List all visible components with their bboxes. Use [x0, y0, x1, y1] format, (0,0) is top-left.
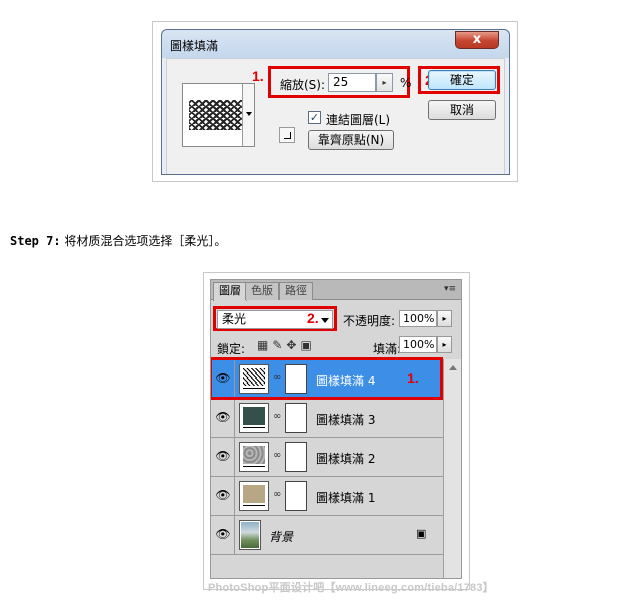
- link-icon: ∞: [273, 411, 282, 422]
- snap-origin-button[interactable]: 靠齊原點(N): [308, 130, 394, 150]
- link-layer-label: 連結圖層(L): [326, 113, 391, 127]
- dialog-screenshot: 圖樣填滿 x 1. 縮放(S): 25 ▸ % 2. 確定 取消 ✓ 連結圖層(…: [152, 21, 518, 182]
- new-preset-icon[interactable]: [279, 127, 295, 143]
- link-layer-checkbox[interactable]: ✓: [308, 111, 321, 124]
- link-icon: ∞: [273, 450, 282, 461]
- fill-label: 填滿:: [373, 342, 402, 356]
- eye-icon[interactable]: 👁: [214, 525, 232, 543]
- layer-row[interactable]: 👁 背景 ▣: [211, 516, 443, 555]
- fill-input[interactable]: 100%: [399, 336, 437, 353]
- marker-2: 2.: [307, 310, 319, 326]
- layer-mask: [285, 481, 307, 511]
- tab-layers[interactable]: 圖層: [213, 282, 247, 301]
- ok-button[interactable]: 確定: [428, 70, 496, 90]
- scale-unit: %: [400, 76, 412, 90]
- step-text: 将材质混合选项选择［柔光］。: [60, 234, 227, 248]
- opacity-stepper-icon[interactable]: ▸: [437, 310, 452, 327]
- lock-icons[interactable]: ▦✎✥▣: [257, 338, 316, 352]
- panel-tabs: 圖層 色版 路徑 ▾≡: [211, 280, 461, 301]
- chevron-down-icon: [321, 318, 329, 323]
- step-caption: Step 7: 将材质混合选项选择［柔光］。: [10, 232, 226, 249]
- eye-icon[interactable]: 👁: [214, 408, 232, 426]
- layer-row[interactable]: 👁 ∞ 圖樣填滿 1: [211, 477, 443, 516]
- scale-stepper-icon[interactable]: ▸: [376, 73, 393, 92]
- opacity-input[interactable]: 100%: [399, 310, 437, 327]
- lock-label: 鎖定:: [217, 342, 246, 356]
- layer-thumbnail: [239, 442, 269, 472]
- watermark: PhotoShop平面设计吧【www.lineeg.com/tieba/1783…: [208, 582, 494, 594]
- layer-row[interactable]: 👁 ∞ 圖樣填滿 3: [211, 399, 443, 438]
- scale-input[interactable]: 25: [328, 73, 376, 92]
- blend-mode-value: 柔光: [222, 312, 247, 326]
- background-thumbnail: [239, 520, 261, 550]
- layers-panel: 圖層 色版 路徑 ▾≡ 柔光 2. 不透明度: 100% ▸ 鎖定: ▦✎✥▣ …: [210, 279, 462, 579]
- layer-name: 圖樣填滿 3: [316, 413, 376, 427]
- lock-icon: ▣: [416, 527, 427, 540]
- ok-button-label: 確定: [449, 73, 474, 87]
- layer-row[interactable]: 👁 ∞ 圖樣填滿 2: [211, 438, 443, 477]
- cancel-button[interactable]: 取消: [428, 100, 496, 120]
- layer-name: 圖樣填滿 1: [316, 491, 376, 505]
- layer-thumbnail: [239, 481, 269, 511]
- layer-mask: [285, 403, 307, 433]
- layer-mask: [285, 442, 307, 472]
- link-icon: ∞: [273, 489, 282, 500]
- opacity-label: 不透明度:: [343, 314, 396, 328]
- layer-name: 圖樣填滿 2: [316, 452, 376, 466]
- dialog-title: 圖樣填滿: [170, 39, 219, 53]
- panel-menu-icon[interactable]: ▾≡: [443, 284, 457, 295]
- pattern-fill-dialog: 圖樣填滿 x 1. 縮放(S): 25 ▸ % 2. 確定 取消 ✓ 連結圖層(…: [161, 29, 510, 175]
- eye-icon[interactable]: 👁: [214, 486, 232, 504]
- highlight-layer: [211, 357, 443, 400]
- tab-channels[interactable]: 色版: [245, 282, 279, 300]
- eye-icon[interactable]: 👁: [214, 447, 232, 465]
- step-label: Step 7:: [10, 234, 61, 248]
- pattern-swatch: [189, 100, 244, 130]
- close-button[interactable]: x: [455, 31, 499, 49]
- pattern-picker[interactable]: [182, 83, 255, 147]
- layers-screenshot: 圖層 色版 路徑 ▾≡ 柔光 2. 不透明度: 100% ▸ 鎖定: ▦✎✥▣ …: [203, 272, 470, 590]
- tab-paths[interactable]: 路徑: [279, 282, 313, 300]
- chevron-down-icon[interactable]: [242, 84, 254, 146]
- marker-1: 1.: [252, 68, 264, 84]
- layer-thumbnail: [239, 403, 269, 433]
- layer-name: 背景: [269, 530, 294, 544]
- layers-scrollbar[interactable]: [443, 359, 461, 578]
- fill-stepper-icon[interactable]: ▸: [437, 336, 452, 353]
- scale-label: 縮放(S):: [280, 78, 326, 92]
